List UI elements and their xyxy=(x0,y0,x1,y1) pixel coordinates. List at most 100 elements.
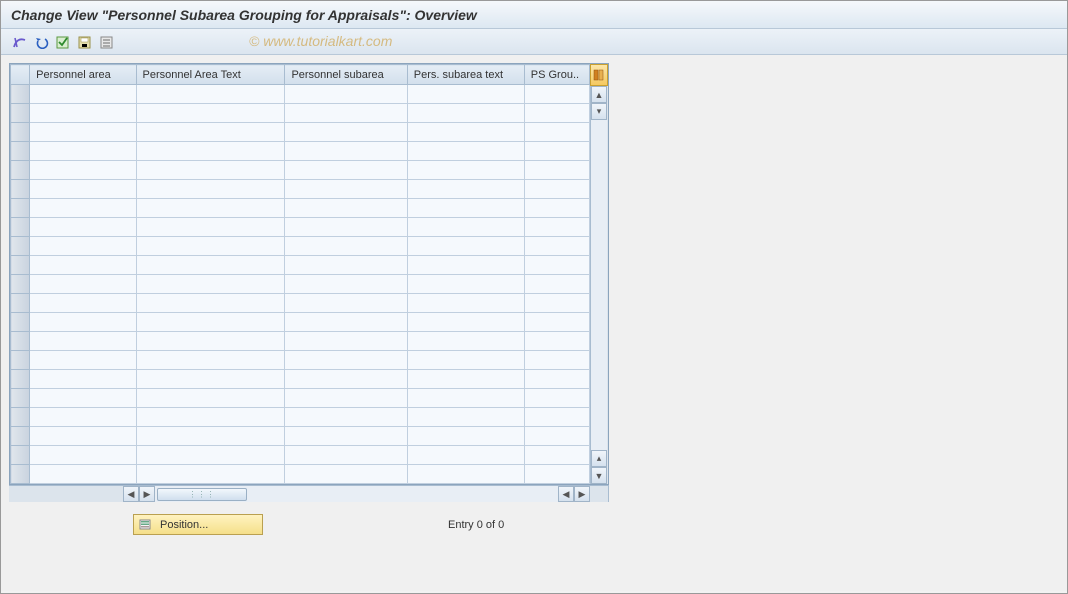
position-button[interactable]: Position... xyxy=(133,514,263,535)
horizontal-scrollbar-track[interactable]: ⋮⋮⋮ xyxy=(155,486,558,502)
cell-pers-subarea-text[interactable] xyxy=(407,389,524,408)
cell-personnel-area[interactable] xyxy=(30,218,136,237)
cell-personnel-subarea[interactable] xyxy=(285,161,407,180)
cell-ps-grouping[interactable] xyxy=(524,427,589,446)
scroll-down-button[interactable]: ▼ xyxy=(591,467,607,484)
cell-ps-grouping[interactable] xyxy=(524,104,589,123)
cell-pers-subarea-text[interactable] xyxy=(407,180,524,199)
row-selector[interactable] xyxy=(11,161,30,180)
cell-personnel-area-text[interactable] xyxy=(136,408,285,427)
undo-icon[interactable] xyxy=(31,33,51,51)
cell-personnel-subarea[interactable] xyxy=(285,313,407,332)
table-row[interactable] xyxy=(11,427,590,446)
scroll-up-button[interactable]: ▲ xyxy=(591,86,607,103)
save-icon[interactable] xyxy=(75,33,95,51)
cell-pers-subarea-text[interactable] xyxy=(407,85,524,104)
cell-personnel-subarea[interactable] xyxy=(285,142,407,161)
cell-ps-grouping[interactable] xyxy=(524,408,589,427)
cell-personnel-area-text[interactable] xyxy=(136,351,285,370)
cell-personnel-subarea[interactable] xyxy=(285,85,407,104)
column-header-personnel-area-text[interactable]: Personnel Area Text xyxy=(136,65,285,85)
row-selector[interactable] xyxy=(11,446,30,465)
cell-personnel-subarea[interactable] xyxy=(285,408,407,427)
row-selector[interactable] xyxy=(11,389,30,408)
cell-personnel-subarea[interactable] xyxy=(285,256,407,275)
cell-pers-subarea-text[interactable] xyxy=(407,465,524,484)
cell-personnel-area-text[interactable] xyxy=(136,256,285,275)
cell-personnel-area[interactable] xyxy=(30,446,136,465)
cell-ps-grouping[interactable] xyxy=(524,85,589,104)
cell-pers-subarea-text[interactable] xyxy=(407,427,524,446)
scroll-page-down-button[interactable]: ▴ xyxy=(591,450,607,467)
cell-personnel-area[interactable] xyxy=(30,275,136,294)
deselect-icon[interactable] xyxy=(97,33,117,51)
table-row[interactable] xyxy=(11,142,590,161)
cell-ps-grouping[interactable] xyxy=(524,332,589,351)
cell-personnel-subarea[interactable] xyxy=(285,446,407,465)
cell-ps-grouping[interactable] xyxy=(524,218,589,237)
cell-personnel-area-text[interactable] xyxy=(136,199,285,218)
cell-personnel-subarea[interactable] xyxy=(285,275,407,294)
row-selector[interactable] xyxy=(11,313,30,332)
cell-personnel-area-text[interactable] xyxy=(136,446,285,465)
cell-personnel-area-text[interactable] xyxy=(136,237,285,256)
row-selector[interactable] xyxy=(11,332,30,351)
row-selector[interactable] xyxy=(11,199,30,218)
cell-personnel-subarea[interactable] xyxy=(285,104,407,123)
cell-personnel-area[interactable] xyxy=(30,180,136,199)
cell-ps-grouping[interactable] xyxy=(524,142,589,161)
cell-pers-subarea-text[interactable] xyxy=(407,199,524,218)
table-row[interactable] xyxy=(11,237,590,256)
cell-personnel-subarea[interactable] xyxy=(285,465,407,484)
cell-personnel-subarea[interactable] xyxy=(285,218,407,237)
cell-pers-subarea-text[interactable] xyxy=(407,313,524,332)
row-selector[interactable] xyxy=(11,142,30,161)
cell-personnel-area[interactable] xyxy=(30,408,136,427)
cell-personnel-subarea[interactable] xyxy=(285,199,407,218)
cell-personnel-area[interactable] xyxy=(30,142,136,161)
table-row[interactable] xyxy=(11,313,590,332)
row-selector[interactable] xyxy=(11,123,30,142)
table-row[interactable] xyxy=(11,332,590,351)
cell-pers-subarea-text[interactable] xyxy=(407,446,524,465)
cell-pers-subarea-text[interactable] xyxy=(407,142,524,161)
cell-pers-subarea-text[interactable] xyxy=(407,351,524,370)
row-selector-header[interactable] xyxy=(11,65,30,85)
cell-ps-grouping[interactable] xyxy=(524,351,589,370)
toggle-change-icon[interactable] xyxy=(9,33,29,51)
cell-personnel-area-text[interactable] xyxy=(136,180,285,199)
cell-personnel-area[interactable] xyxy=(30,370,136,389)
cell-pers-subarea-text[interactable] xyxy=(407,218,524,237)
row-selector[interactable] xyxy=(11,256,30,275)
cell-ps-grouping[interactable] xyxy=(524,465,589,484)
cell-personnel-area-text[interactable] xyxy=(136,161,285,180)
cell-personnel-subarea[interactable] xyxy=(285,180,407,199)
cell-personnel-area-text[interactable] xyxy=(136,142,285,161)
cell-personnel-area[interactable] xyxy=(30,427,136,446)
cell-personnel-area[interactable] xyxy=(30,161,136,180)
cell-personnel-area[interactable] xyxy=(30,351,136,370)
cell-personnel-area[interactable] xyxy=(30,389,136,408)
cell-personnel-subarea[interactable] xyxy=(285,123,407,142)
scroll-page-left-button[interactable]: ▶ xyxy=(139,486,155,502)
cell-ps-grouping[interactable] xyxy=(524,389,589,408)
cell-personnel-area[interactable] xyxy=(30,465,136,484)
scroll-page-up-button[interactable]: ▾ xyxy=(591,103,607,120)
cell-personnel-subarea[interactable] xyxy=(285,389,407,408)
horizontal-scrollbar-thumb[interactable]: ⋮⋮⋮ xyxy=(157,488,247,501)
cell-ps-grouping[interactable] xyxy=(524,161,589,180)
cell-pers-subarea-text[interactable] xyxy=(407,123,524,142)
cell-personnel-area[interactable] xyxy=(30,332,136,351)
cell-personnel-area-text[interactable] xyxy=(136,389,285,408)
row-selector[interactable] xyxy=(11,427,30,446)
row-selector[interactable] xyxy=(11,275,30,294)
table-row[interactable] xyxy=(11,161,590,180)
cell-personnel-subarea[interactable] xyxy=(285,294,407,313)
cell-ps-grouping[interactable] xyxy=(524,123,589,142)
cell-personnel-area-text[interactable] xyxy=(136,465,285,484)
cell-ps-grouping[interactable] xyxy=(524,180,589,199)
cell-personnel-subarea[interactable] xyxy=(285,370,407,389)
cell-personnel-area-text[interactable] xyxy=(136,370,285,389)
table-row[interactable] xyxy=(11,370,590,389)
row-selector[interactable] xyxy=(11,370,30,389)
